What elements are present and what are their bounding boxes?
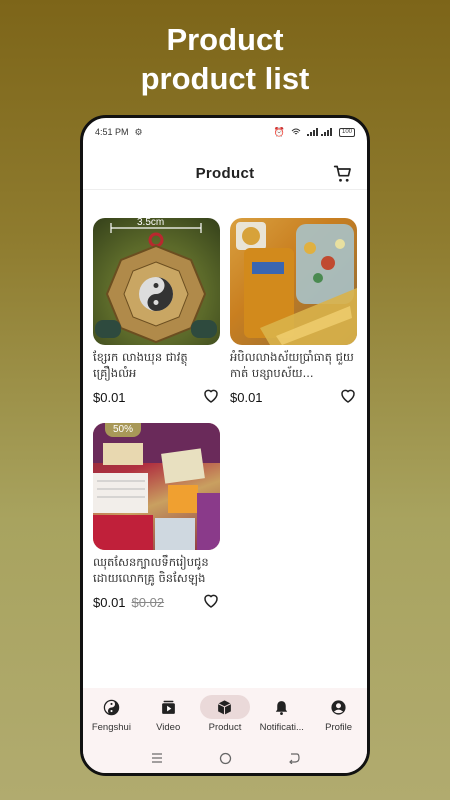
nav-product[interactable]: Product <box>197 695 253 733</box>
product-name: អំបិលលាងស័យប្រាំធាតុ ជួយកាត់ បន្សាបស័យ..… <box>230 350 354 380</box>
product-card[interactable]: 3.5cm ខ្សែរក លាងឃុន ជាវត្ថុគ្រឿងលំអ $0.0… <box>93 218 220 406</box>
bagua-mirror-illustration <box>95 223 217 344</box>
nav-profile[interactable]: Profile <box>311 695 367 733</box>
alarm-icon: ⏰ <box>273 126 285 137</box>
headline-line-1: Product <box>166 22 284 57</box>
bell-icon <box>276 700 288 715</box>
product-card[interactable]: អំបិលលាងស័យប្រាំធាតុ ជួយកាត់ បន្សាបស័យ..… <box>230 218 357 406</box>
product-image[interactable] <box>230 218 357 345</box>
original-price: $0.02 <box>131 594 165 610</box>
nav-label: Product <box>208 722 242 733</box>
product-card[interactable]: 50% ឈុតសែនក្បាលទឹករៀបជូន ដោយលោកគ្រូ ចិនស… <box>93 423 220 611</box>
settings-status-icon: ⚙ <box>134 126 143 137</box>
dimension-label: 3.5cm <box>137 218 165 228</box>
product-name: ខ្សែរក លាងឃុន ជាវត្ថុគ្រឿងលំអ <box>93 350 188 380</box>
system-navigation-bar <box>83 740 367 773</box>
discount-badge: 50% <box>105 423 142 437</box>
nav-label: Video <box>156 722 181 733</box>
promo-headline: Product product list <box>0 20 450 98</box>
product-image[interactable]: 3.5cm <box>93 218 220 345</box>
home-icon[interactable] <box>219 752 232 765</box>
heart-icon[interactable] <box>202 592 220 610</box>
status-time: 4:51 PM <box>95 127 129 137</box>
bottom-navigation: Fengshui Video Product Notificati... Pro… <box>83 688 367 740</box>
heart-icon[interactable] <box>202 387 220 405</box>
wifi-icon <box>291 128 301 135</box>
nav-video[interactable]: Video <box>140 695 196 733</box>
product-price: $0.01 <box>230 389 263 405</box>
video-icon <box>161 700 175 714</box>
app-bar: Product <box>83 158 367 190</box>
nav-fengshui[interactable]: Fengshui <box>83 695 139 733</box>
nav-label: Profile <box>325 722 353 733</box>
nav-label: Notificati... <box>259 722 304 733</box>
box-icon <box>218 699 232 715</box>
profile-icon <box>331 699 346 715</box>
phone-frame: 4:51 PM ⚙ ⏰ 100 Product 3.5cm ខ្សែរក លាង… <box>80 115 370 776</box>
salt-packages-illustration <box>236 222 357 345</box>
back-icon[interactable] <box>288 752 300 764</box>
offering-set-illustration <box>93 423 220 550</box>
status-bar: 4:51 PM ⚙ ⏰ 100 <box>83 118 367 146</box>
recents-icon[interactable] <box>151 752 163 764</box>
product-name: ឈុតសែនក្បាលទឹករៀបជូន ដោយលោកគ្រូ ចិនសែឡុង <box>93 555 209 585</box>
product-price: $0.01 <box>93 594 126 610</box>
nav-notifications[interactable]: Notificati... <box>254 695 310 733</box>
heart-icon[interactable] <box>339 387 357 405</box>
yin-yang-icon <box>103 699 120 715</box>
signal-icon <box>307 128 332 136</box>
product-price: $0.01 <box>93 389 126 405</box>
headline-line-2: product list <box>140 61 310 96</box>
nav-label: Fengshui <box>91 722 131 733</box>
cart-icon[interactable] <box>333 164 353 184</box>
page-title: Product <box>195 165 255 182</box>
product-image[interactable]: 50% <box>93 423 220 550</box>
battery-icon: 100 <box>339 127 355 137</box>
